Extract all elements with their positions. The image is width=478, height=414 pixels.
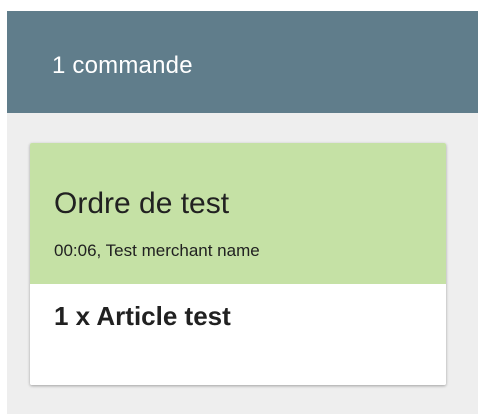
order-title: Ordre de test [54, 187, 230, 220]
order-item-line: 1 x Article test [54, 301, 231, 331]
order-card-header: Ordre de test 00:06, Test merchant name [30, 143, 446, 284]
order-count-title: 1 commande [52, 52, 193, 79]
order-card-body: 1 x Article test [30, 284, 446, 385]
orders-panel: 1 commande Ordre de test 00:06, Test mer… [7, 11, 478, 414]
order-subtitle: 00:06, Test merchant name [54, 241, 260, 260]
order-card[interactable]: Ordre de test 00:06, Test merchant name … [30, 143, 446, 385]
app-header: 1 commande [7, 11, 478, 113]
